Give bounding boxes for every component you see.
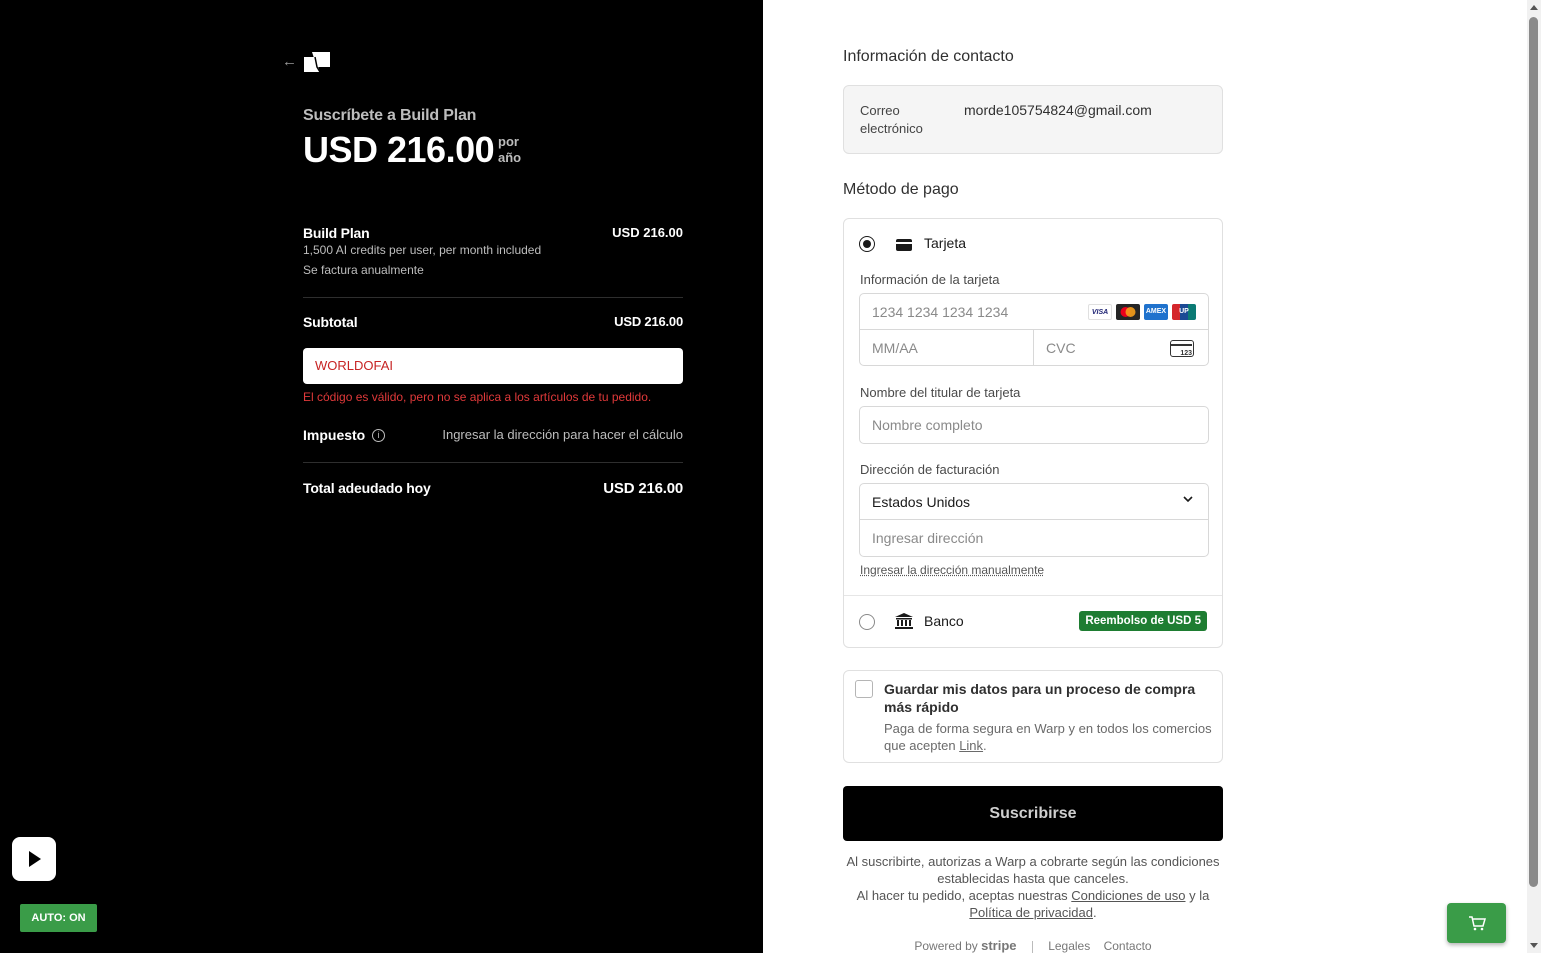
order-summary-panel: ← Suscríbete a Build Plan USD 216.00 por… — [0, 0, 763, 953]
expiry-placeholder: MM/AA — [872, 339, 918, 356]
tax-row: Impuesto i Ingresar la dirección para ha… — [303, 427, 683, 445]
save-info-title[interactable]: Guardar mis datos para un proceso de com… — [884, 680, 1214, 716]
scroll-down-icon[interactable] — [1530, 943, 1538, 948]
cvc-card-icon: 123 — [1170, 340, 1194, 357]
auto-mode-badge[interactable]: AUTO: ON — [20, 904, 97, 932]
divider — [303, 297, 683, 298]
save-info-description: Paga de forma segura en Warp y en todos … — [884, 720, 1224, 754]
scroll-thumb[interactable] — [1529, 17, 1538, 887]
terms-line2-mid: y la — [1185, 888, 1210, 903]
country-select[interactable]: Estados Unidos — [859, 483, 1209, 520]
terms-line2: Al hacer tu pedido, aceptas nuestras Con… — [843, 887, 1223, 921]
scroll-up-icon[interactable] — [1530, 5, 1538, 10]
total-row: Total adeudado hoy USD 216.00 — [303, 480, 683, 497]
promo-error-message: El código es válido, pero no se aplica a… — [303, 390, 652, 404]
payment-section-title: Método de pago — [843, 181, 959, 198]
card-number-placeholder: 1234 1234 1234 1234 — [872, 303, 1009, 320]
visa-icon: VISA — [1088, 304, 1112, 320]
divider — [303, 462, 683, 463]
card-number-input[interactable]: 1234 1234 1234 1234 VISA AMEX UP — [859, 293, 1209, 330]
footer: Powered by stripe Legales Contacto — [843, 938, 1223, 953]
terms-of-use-link[interactable]: Condiciones de uso — [1071, 888, 1185, 903]
unionpay-icon: UP — [1172, 304, 1196, 320]
cvc-input[interactable]: CVC 123 — [1033, 329, 1209, 366]
expiry-input[interactable]: MM/AA — [859, 329, 1034, 366]
line-item-price: USD 216.00 — [612, 225, 683, 240]
subtotal-label: Subtotal — [303, 314, 358, 330]
line-item: Build Plan 1,500 AI credits per user, pe… — [303, 225, 683, 277]
cvc-icon-text: 123 — [1180, 350, 1192, 357]
save-desc-prefix: Paga de forma segura en Warp y en todos … — [884, 721, 1212, 753]
contact-section-title: Información de contacto — [843, 48, 1014, 65]
total-value: USD 216.00 — [603, 480, 683, 497]
terms-text: Al suscribirte, autorizas a Warp a cobra… — [843, 853, 1223, 921]
subscribe-title: Suscríbete a Build Plan — [303, 107, 477, 124]
plan-price: USD 216.00 — [303, 129, 495, 170]
address-input[interactable]: Ingresar dirección — [859, 519, 1209, 557]
chevron-down-icon — [1183, 496, 1193, 503]
save-info-checkbox[interactable] — [855, 680, 873, 698]
contact-link[interactable]: Contacto — [1104, 939, 1152, 953]
promo-code-input[interactable]: WORLDOFAI — [303, 348, 683, 384]
save-info-box: Guardar mis datos para un proceso de com… — [843, 670, 1223, 763]
terms-line2-prefix: Al hacer tu pedido, aceptas nuestras — [856, 888, 1072, 903]
amex-icon: AMEX — [1144, 304, 1168, 320]
cardholder-name-input[interactable]: Nombre completo — [859, 406, 1209, 444]
checkout-form-panel: Información de contacto Correo electróni… — [763, 0, 1527, 953]
cvc-placeholder: CVC — [1046, 339, 1076, 356]
refund-badge: Reembolso de USD 5 — [1079, 611, 1207, 631]
legal-link[interactable]: Legales — [1048, 939, 1090, 953]
divider — [844, 595, 1222, 596]
card-radio[interactable] — [859, 236, 875, 252]
email-label: Correo electrónico — [860, 103, 923, 136]
stripe-logo[interactable]: stripe — [981, 938, 1016, 953]
country-value: Estados Unidos — [872, 493, 971, 510]
mastercard-icon — [1116, 304, 1140, 320]
terms-line2-suffix: . — [1092, 905, 1097, 920]
billing-period: por año — [498, 134, 521, 166]
footer-separator — [1031, 940, 1033, 953]
subtotal-row: Subtotal USD 216.00 — [303, 314, 683, 330]
line-item-billing: Se factura anualmente — [303, 263, 424, 277]
total-label: Total adeudado hoy — [303, 480, 431, 496]
play-icon[interactable] — [12, 837, 56, 881]
holder-placeholder: Nombre completo — [872, 417, 983, 433]
info-icon[interactable]: i — [372, 429, 385, 442]
line-item-description: 1,500 AI credits per user, per month inc… — [303, 243, 542, 257]
subscribe-button[interactable]: Suscribirse — [843, 786, 1223, 841]
terms-line1: Al suscribirte, autorizas a Warp a cobra… — [846, 854, 1220, 886]
payment-method-box: Tarjeta Información de la tarjeta 1234 1… — [843, 218, 1223, 648]
email-field[interactable]: Correo electrónico morde105754824@gmail.… — [843, 85, 1223, 154]
per-line2: año — [498, 150, 522, 165]
warp-logo-icon[interactable] — [303, 51, 331, 73]
manual-address-link[interactable]: Ingresar la dirección manualmente — [860, 563, 1044, 577]
email-value: morde105754824@gmail.com — [964, 102, 1152, 118]
card-option-label[interactable]: Tarjeta — [924, 235, 966, 251]
address-placeholder: Ingresar dirección — [872, 530, 984, 546]
save-desc-suffix: . — [983, 738, 987, 753]
per-line1: por — [498, 134, 519, 149]
subtotal-value: USD 216.00 — [614, 314, 683, 329]
bank-option-label[interactable]: Banco — [924, 613, 964, 629]
bank-radio[interactable] — [859, 614, 875, 630]
card-brands: VISA AMEX UP — [1088, 304, 1196, 320]
powered-by-text: Powered by — [914, 939, 978, 953]
arrow-left-icon[interactable]: ← — [282, 53, 298, 71]
privacy-policy-link[interactable]: Política de privacidad — [969, 905, 1093, 920]
billing-address-label: Dirección de facturación — [860, 462, 1000, 477]
bank-icon — [895, 613, 913, 629]
holder-label: Nombre del titular de tarjeta — [860, 385, 1021, 400]
link-link[interactable]: Link — [959, 738, 983, 753]
card-info-label: Información de la tarjeta — [860, 272, 1000, 287]
page-scrollbar[interactable] — [1527, 0, 1541, 953]
credit-card-icon — [896, 239, 912, 251]
tax-value: Ingresar la dirección para hacer el cálc… — [442, 427, 683, 442]
tax-label: Impuesto — [303, 427, 366, 443]
cart-icon[interactable] — [1447, 903, 1506, 943]
